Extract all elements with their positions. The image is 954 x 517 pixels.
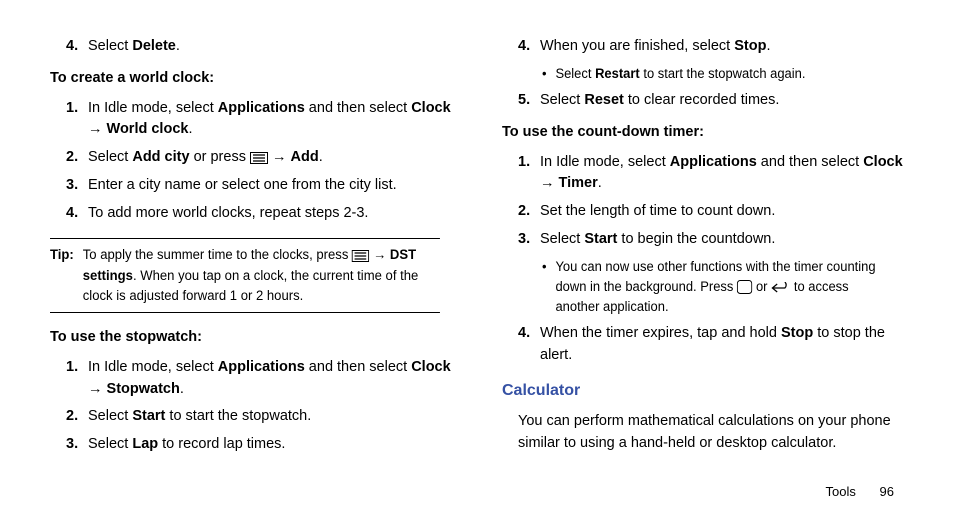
list-item: 3. Select Lap to record lap times. bbox=[66, 434, 452, 456]
step-body: In Idle mode, select Applications and th… bbox=[88, 98, 452, 142]
step-body: To add more world clocks, repeat steps 2… bbox=[88, 203, 452, 225]
step-body: When you are finished, select Stop. bbox=[540, 36, 904, 58]
list-item: 4. When you are finished, select Stop. bbox=[518, 36, 904, 58]
step-body: When the timer expires, tap and hold Sto… bbox=[540, 323, 904, 367]
sub-body: You can now use other functions with the… bbox=[555, 257, 889, 318]
tip-box: Tip: To apply the summer time to the clo… bbox=[50, 238, 440, 313]
step-number: 4. bbox=[66, 36, 88, 58]
list-item: 3. Select Start to begin the countdown. bbox=[518, 229, 904, 251]
menu-icon bbox=[352, 250, 369, 262]
step-body: Enter a city name or select one from the… bbox=[88, 175, 452, 197]
step-body: Select Lap to record lap times. bbox=[88, 434, 452, 456]
list-item: 1. In Idle mode, select Applications and… bbox=[66, 98, 452, 142]
step-number: 3. bbox=[518, 229, 540, 251]
subheading-timer: To use the count-down timer: bbox=[502, 122, 904, 144]
sub-body: Select Restart to start the stopwatch ag… bbox=[555, 64, 805, 84]
step-body: Select Delete. bbox=[88, 36, 452, 58]
step-body: In Idle mode, select Applications and th… bbox=[540, 152, 904, 196]
page-content: 4. Select Delete. To create a world cloc… bbox=[0, 0, 954, 517]
paragraph: You can perform mathematical calculation… bbox=[518, 411, 904, 455]
step-number: 4. bbox=[518, 36, 540, 58]
bullet: • bbox=[542, 64, 555, 84]
subheading-world-clock: To create a world clock: bbox=[50, 68, 452, 90]
list-item: 4. To add more world clocks, repeat step… bbox=[66, 203, 452, 225]
sub-list-item: • Select Restart to start the stopwatch … bbox=[542, 64, 890, 84]
step-body: Select Start to start the stopwatch. bbox=[88, 406, 452, 428]
step-number: 4. bbox=[518, 323, 540, 367]
step-body: In Idle mode, select Applications and th… bbox=[88, 357, 452, 401]
step-number: 3. bbox=[66, 434, 88, 456]
page-footer: Tools 96 bbox=[826, 484, 894, 499]
list-item: 4. Select Delete. bbox=[66, 36, 452, 58]
step-body: Select Start to begin the countdown. bbox=[540, 229, 904, 251]
list-item: 2. Select Add city or press → Add. bbox=[66, 147, 452, 169]
menu-icon bbox=[250, 152, 268, 164]
step-number: 2. bbox=[66, 406, 88, 428]
list-item: 2. Select Start to start the stopwatch. bbox=[66, 406, 452, 428]
back-icon bbox=[771, 282, 790, 294]
right-column: 4. When you are finished, select Stop. •… bbox=[492, 30, 904, 497]
step-number: 1. bbox=[66, 357, 88, 401]
subheading-stopwatch: To use the stopwatch: bbox=[50, 327, 452, 349]
list-item: 5. Select Reset to clear recorded times. bbox=[518, 90, 904, 112]
list-item: 1. In Idle mode, select Applications and… bbox=[518, 152, 904, 196]
tip-body: To apply the summer time to the clocks, … bbox=[83, 245, 440, 306]
tip-label: Tip: bbox=[50, 245, 79, 265]
step-body: Set the length of time to count down. bbox=[540, 201, 904, 223]
step-number: 2. bbox=[66, 147, 88, 169]
sub-list-item: • You can now use other functions with t… bbox=[542, 257, 890, 318]
step-number: 4. bbox=[66, 203, 88, 225]
section-title-calculator: Calculator bbox=[502, 379, 904, 403]
step-number: 1. bbox=[66, 98, 88, 142]
step-body: Select Add city or press → Add. bbox=[88, 147, 452, 169]
list-item: 3. Enter a city name or select one from … bbox=[66, 175, 452, 197]
step-number: 3. bbox=[66, 175, 88, 197]
left-column: 4. Select Delete. To create a world cloc… bbox=[50, 30, 462, 497]
step-number: 1. bbox=[518, 152, 540, 196]
step-number: 2. bbox=[518, 201, 540, 223]
step-number: 5. bbox=[518, 90, 540, 112]
footer-page-number: 96 bbox=[880, 484, 894, 499]
footer-section: Tools bbox=[826, 484, 856, 499]
list-item: 4. When the timer expires, tap and hold … bbox=[518, 323, 904, 367]
home-icon bbox=[737, 280, 752, 294]
step-body: Select Reset to clear recorded times. bbox=[540, 90, 904, 112]
bullet: • bbox=[542, 257, 555, 318]
list-item: 1. In Idle mode, select Applications and… bbox=[66, 357, 452, 401]
list-item: 2. Set the length of time to count down. bbox=[518, 201, 904, 223]
